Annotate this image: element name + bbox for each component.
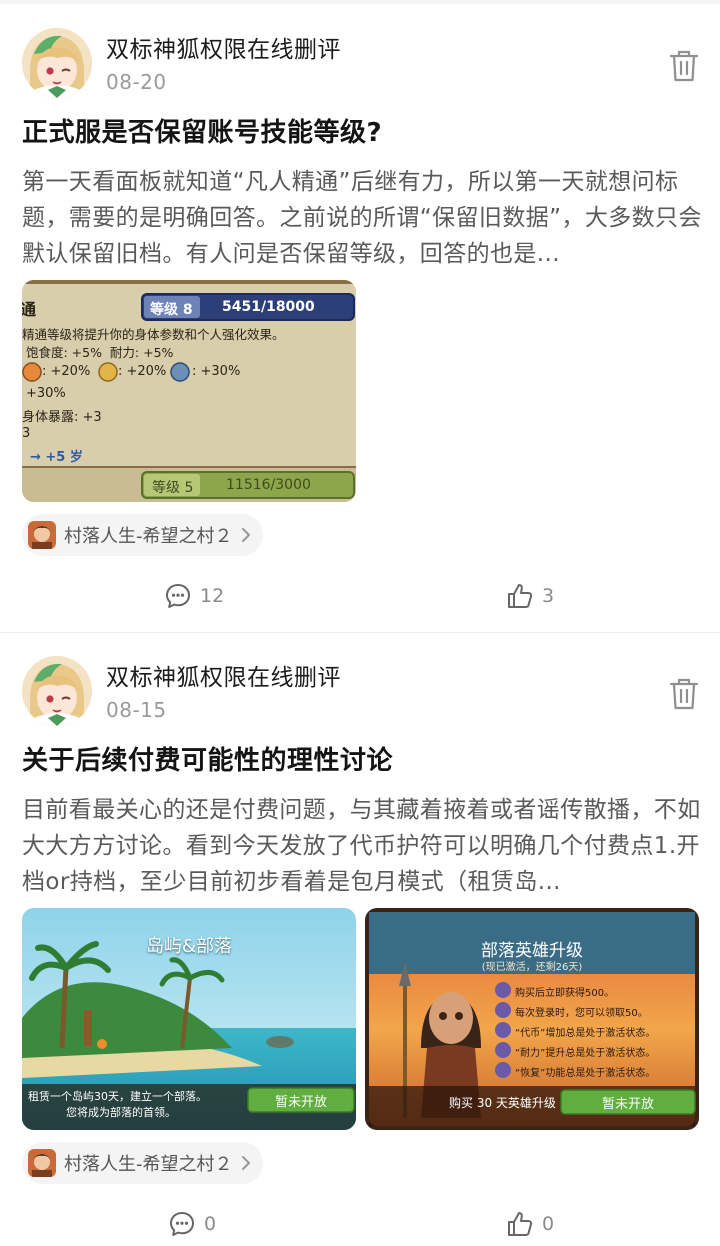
comment-count: 0 — [204, 1213, 217, 1235]
like-count: 0 — [542, 1213, 555, 1235]
post-title[interactable]: 关于后续付费可能性的理性讨论 — [22, 740, 393, 777]
author-avatar[interactable] — [22, 656, 92, 726]
post-card[interactable]: 双标神狐权限在线删评 08-15 关于后续付费可能性的理性讨论 目前看最关心的还… — [0, 632, 720, 1246]
shot-line: : +30% — [192, 364, 241, 379]
trash-icon[interactable] — [668, 48, 700, 84]
shot-heading: 通 — [22, 300, 37, 319]
trash-icon[interactable] — [668, 676, 700, 712]
shot-line: : +20% — [118, 364, 167, 379]
comment-button[interactable]: 12 — [164, 582, 224, 610]
author-name[interactable]: 双标神狐权限在线删评 — [106, 30, 341, 64]
comment-button[interactable]: 0 — [168, 1210, 216, 1238]
post-card[interactable]: 双标神狐权限在线删评 08-20 正式服是否保留账号技能等级? 第一天看面板就知… — [0, 4, 720, 633]
shot-subtitle: (现已激活，还剩26天) — [481, 962, 583, 973]
comment-icon — [170, 1212, 194, 1236]
game-name: 村落人生-希望之村２ — [64, 526, 233, 547]
post-image[interactable]: 部落英雄升级 (现已激活，还剩26天) 购买后立即获得500。 每次登录时，您可… — [365, 908, 699, 1130]
comment-icon — [166, 584, 190, 608]
shot-caption: 租赁一个岛屿30天，建立一个部落。 — [28, 1090, 207, 1103]
thumbs-up-icon — [508, 584, 533, 608]
post-image[interactable]: 岛屿&部落 租赁一个岛屿30天，建立一个部落。 您将成为部落的首领。 暂未开放 — [22, 908, 356, 1130]
upgrade-item: 每次登录时，您可以领取50。 — [515, 1008, 648, 1019]
like-button[interactable]: 3 — [506, 582, 554, 610]
shot-line: +30% — [26, 386, 66, 401]
level-progress: 5451/18000 — [222, 299, 315, 315]
game-name: 村落人生-希望之村２ — [64, 1154, 233, 1175]
comment-count: 12 — [200, 585, 225, 607]
bottom-level-progress: 11516/3000 — [226, 477, 311, 493]
post-title[interactable]: 正式服是否保留账号技能等级? — [22, 112, 382, 149]
post-date: 08-20 — [106, 70, 167, 94]
post-date: 08-15 — [106, 698, 167, 722]
game-tag[interactable]: 村落人生-希望之村２ — [22, 514, 263, 556]
upgrade-item: “耐力”提升总是处于激活状态。 — [515, 1048, 656, 1059]
bottom-level-label: 等级 5 — [152, 480, 194, 496]
shot-line: 身体暴露: +3 — [22, 410, 102, 425]
shot-title: 岛屿&部落 — [145, 936, 233, 957]
level-label: 等级 8 — [150, 302, 193, 318]
shot-line: 精通等级将提升你的身体参数和个人强化效果。 — [22, 327, 285, 342]
upgrade-item: “代币”增加总是处于激活状态。 — [515, 1028, 656, 1039]
shot-line: 3 — [22, 426, 31, 441]
chevron-right-icon — [241, 528, 250, 542]
shot-caption: 您将成为部落的首领。 — [66, 1106, 176, 1119]
post-feed: 双标神狐权限在线删评 08-20 正式服是否保留账号技能等级? 第一天看面板就知… — [0, 0, 720, 1246]
upgrade-item: 购买后立即获得500。 — [515, 988, 615, 999]
author-avatar[interactable] — [22, 28, 92, 98]
thumbs-up-icon — [508, 1212, 533, 1236]
game-icon — [28, 521, 56, 549]
chevron-right-icon — [241, 1156, 250, 1170]
like-button[interactable]: 0 — [506, 1210, 554, 1238]
post-excerpt[interactable]: 目前看最关心的还是付费问题，与其藏着掖着或者谣传散播，不如大大方方讨论。看到今天… — [22, 792, 702, 900]
post-excerpt[interactable]: 第一天看面板就知道“凡人精通”后继有力，所以第一天就想问标题，需要的是明确回答。… — [22, 164, 702, 272]
author-name[interactable]: 双标神狐权限在线删评 — [106, 658, 341, 692]
not-open-button: 暂未开放 — [274, 1095, 327, 1110]
shot-line: 饱食度: +5% 耐力: +5% — [26, 345, 174, 360]
like-count: 3 — [542, 585, 555, 607]
not-open-button: 暂未开放 — [601, 1097, 654, 1112]
game-icon — [28, 1149, 56, 1177]
shot-line: : +20% — [42, 364, 91, 379]
game-tag[interactable]: 村落人生-希望之村２ — [22, 1142, 263, 1184]
post-image[interactable]: 等级 8 5451/18000 通 精通等级将提升你的身体参数和个人强化效果。 … — [22, 280, 356, 502]
upgrade-item: “恢复”功能总是处于激活状态。 — [515, 1068, 656, 1079]
buy-text: 购买 30 天英雄升级 — [449, 1096, 556, 1110]
shot-line: → +5 岁 — [30, 450, 83, 465]
